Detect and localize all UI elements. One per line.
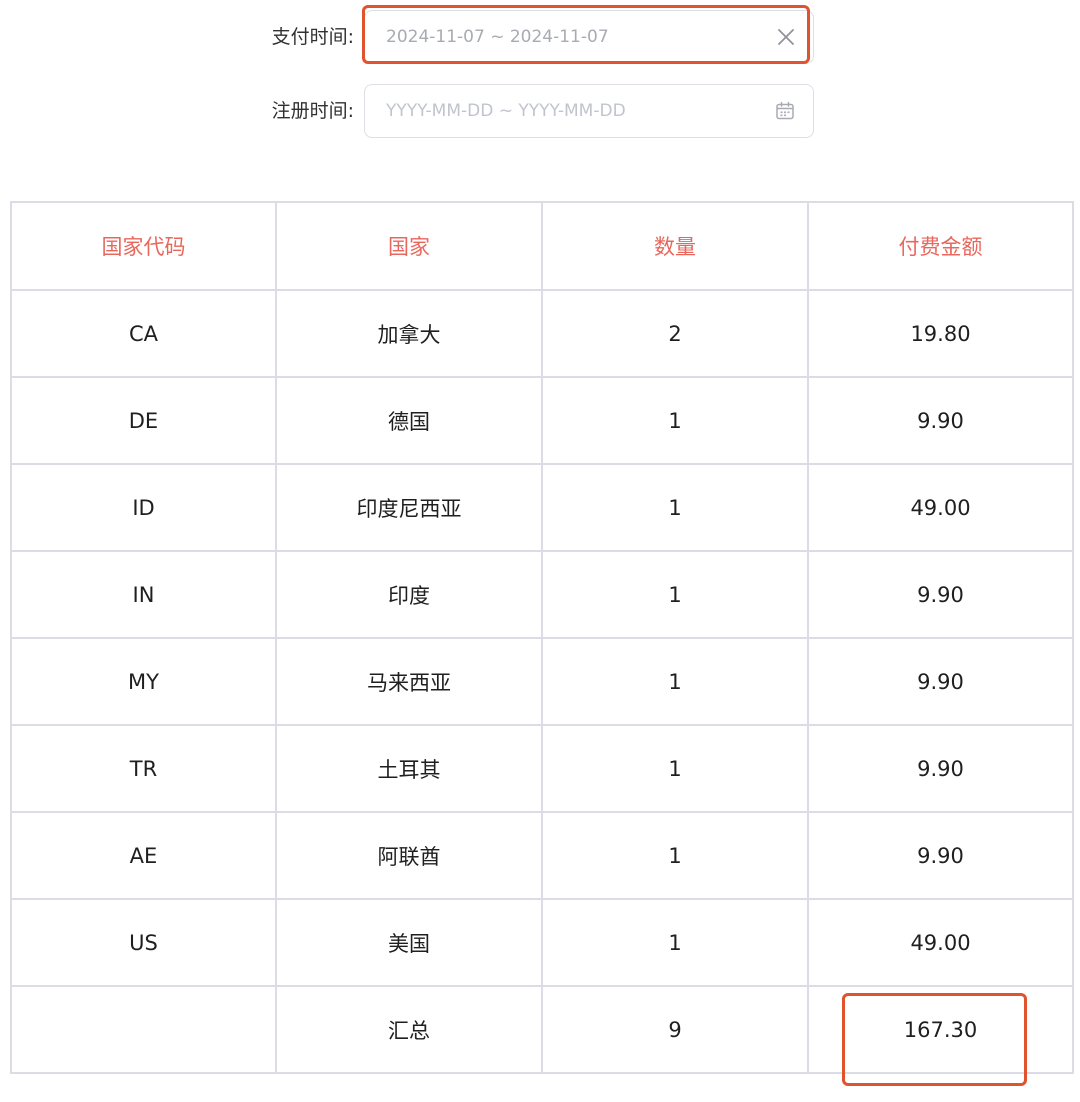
cell-amount: 49.00 <box>807 898 1074 987</box>
cell-country: 加拿大 <box>275 289 543 378</box>
table-row: IN 印度 1 9.90 <box>10 550 1074 639</box>
cell-country-code: TR <box>10 724 277 813</box>
summary-label: 汇总 <box>275 985 543 1074</box>
calendar-icon[interactable] <box>775 101 795 121</box>
cell-amount: 9.90 <box>807 724 1074 813</box>
table-header-row: 国家代码 国家 数量 付费金额 <box>10 201 1074 291</box>
cell-country-code: AE <box>10 811 277 900</box>
pay-time-date-range-input[interactable]: 2024-11-07 ~ 2024-11-07 <box>364 10 814 64</box>
table-row: AE 阿联酋 1 9.90 <box>10 811 1074 900</box>
register-time-label: 注册时间: <box>271 100 354 122</box>
cell-amount: 9.90 <box>807 811 1074 900</box>
header-count[interactable]: 数量 <box>541 201 809 291</box>
summary-amount: 167.30 <box>807 985 1074 1074</box>
cell-country-code: ID <box>10 463 277 552</box>
cell-country: 阿联酋 <box>275 811 543 900</box>
cell-country-code: IN <box>10 550 277 639</box>
cell-amount: 9.90 <box>807 376 1074 465</box>
summary-count: 9 <box>541 985 809 1074</box>
cell-country: 印度 <box>275 550 543 639</box>
register-time-filter: 注册时间: YYYY-MM-DD ~ YYYY-MM-DD <box>0 84 1080 138</box>
cell-count: 1 <box>541 898 809 987</box>
table-row: US 美国 1 49.00 <box>10 898 1074 987</box>
table-row: ID 印度尼西亚 1 49.00 <box>10 463 1074 552</box>
register-time-placeholder[interactable]: YYYY-MM-DD ~ YYYY-MM-DD <box>386 85 626 137</box>
pay-time-label: 支付时间: <box>271 26 354 48</box>
cell-country: 美国 <box>275 898 543 987</box>
cell-count: 1 <box>541 637 809 726</box>
close-icon[interactable] <box>777 28 795 46</box>
cell-country: 德国 <box>275 376 543 465</box>
table-row: TR 土耳其 1 9.90 <box>10 724 1074 813</box>
cell-count: 2 <box>541 289 809 378</box>
cell-count: 1 <box>541 724 809 813</box>
cell-country-code: US <box>10 898 277 987</box>
country-payment-table: 国家代码 国家 数量 付费金额 CA 加拿大 2 19.80 DE 德国 1 9… <box>10 201 1074 1074</box>
header-amount[interactable]: 付费金额 <box>807 201 1074 291</box>
cell-amount: 19.80 <box>807 289 1074 378</box>
table-row: CA 加拿大 2 19.80 <box>10 289 1074 378</box>
cell-count: 1 <box>541 463 809 552</box>
cell-country: 马来西亚 <box>275 637 543 726</box>
cell-count: 1 <box>541 811 809 900</box>
cell-country-code: DE <box>10 376 277 465</box>
table-row: DE 德国 1 9.90 <box>10 376 1074 465</box>
header-country-code[interactable]: 国家代码 <box>10 201 277 291</box>
cell-country-code: MY <box>10 637 277 726</box>
cell-count: 1 <box>541 550 809 639</box>
cell-count: 1 <box>541 376 809 465</box>
cell-country: 印度尼西亚 <box>275 463 543 552</box>
cell-amount: 49.00 <box>807 463 1074 552</box>
cell-amount: 9.90 <box>807 550 1074 639</box>
register-time-date-range-input[interactable]: YYYY-MM-DD ~ YYYY-MM-DD <box>364 84 814 138</box>
table-row: MY 马来西亚 1 9.90 <box>10 637 1074 726</box>
cell-amount: 9.90 <box>807 637 1074 726</box>
cell-country-code: CA <box>10 289 277 378</box>
pay-time-filter: 支付时间: 2024-11-07 ~ 2024-11-07 <box>0 10 1080 64</box>
pay-time-value[interactable]: 2024-11-07 ~ 2024-11-07 <box>386 11 609 63</box>
cell-country: 土耳其 <box>275 724 543 813</box>
header-country[interactable]: 国家 <box>275 201 543 291</box>
summary-country-code <box>10 985 277 1074</box>
summary-row: 汇总 9 167.30 <box>10 985 1074 1074</box>
